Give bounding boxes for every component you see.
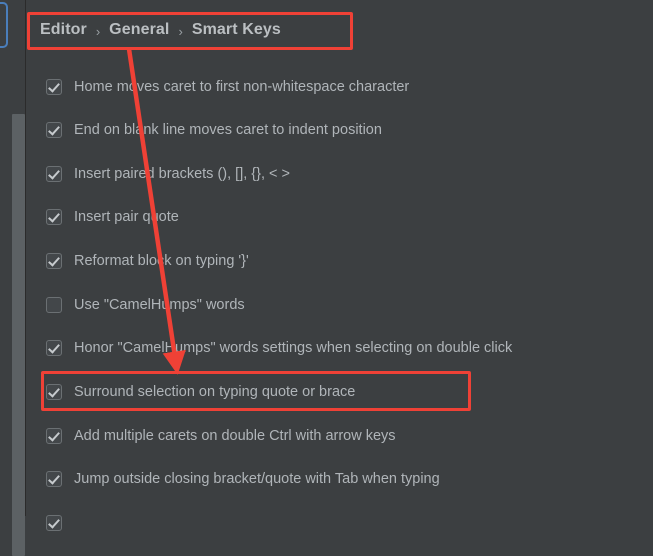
breadcrumb-item-editor[interactable]: Editor [40,21,87,39]
option-row-reformat-block[interactable]: Reformat block on typing '}' [46,250,249,272]
checkbox-use-camelhumps[interactable] [46,297,62,313]
option-label: Surround selection on typing quote or br… [74,384,356,400]
checkbox-jump-outside-closing-bracket[interactable] [46,471,62,487]
checkbox-end-on-blank-line[interactable] [46,122,62,138]
breadcrumb: Editor › General › Smart Keys [40,16,281,44]
tree-focused-item[interactable] [0,2,8,48]
breadcrumb-separator-icon: › [95,23,101,39]
checkbox-insert-pair-quote[interactable] [46,209,62,225]
option-row-insert-paired-brackets[interactable]: Insert paired brackets (), [], {}, < > [46,163,290,185]
smart-keys-settings-pane: Editor › General › Smart Keys Home moves… [26,0,653,531]
tree-scrollbar-thumb[interactable] [12,114,25,556]
option-row-jump-outside-closing-bracket[interactable]: Jump outside closing bracket/quote with … [46,468,440,490]
option-label: Insert paired brackets (), [], {}, < > [74,166,290,182]
checkbox-surround-selection[interactable] [46,384,62,400]
option-row-add-multiple-carets[interactable]: Add multiple carets on double Ctrl with … [46,425,396,447]
breadcrumb-item-general[interactable]: General [109,21,169,39]
settings-tree-panel-edge [0,0,27,556]
checkbox-insert-paired-brackets[interactable] [46,166,62,182]
option-row-honor-camelhumps[interactable]: Honor "CamelHumps" words settings when s… [46,337,512,359]
breadcrumb-item-smart-keys[interactable]: Smart Keys [192,21,281,39]
breadcrumb-separator-icon: › [178,23,183,39]
option-row-surround-selection[interactable]: Surround selection on typing quote or br… [46,381,355,403]
option-row-partially-visible[interactable] [46,512,62,534]
option-row-end-on-blank-line[interactable]: End on blank line moves caret to indent … [46,119,382,141]
checkbox-reformat-block[interactable] [46,253,62,269]
checkbox-honor-camelhumps[interactable] [46,340,62,356]
tree-scrollbar-track[interactable] [6,57,25,556]
option-label: End on blank line moves caret to indent … [74,122,382,138]
option-row-home-moves-caret[interactable]: Home moves caret to first non-whitespace… [46,76,409,98]
checkbox-add-multiple-carets[interactable] [46,428,62,444]
option-label: Home moves caret to first non-whitespace… [74,79,410,95]
checkbox-partially-visible[interactable] [46,515,62,531]
option-label: Honor "CamelHumps" words settings when s… [74,340,513,356]
option-label: Use "CamelHumps" words [74,297,245,313]
option-row-use-camelhumps[interactable]: Use "CamelHumps" words [46,294,245,316]
option-label: Insert pair quote [74,209,179,225]
option-label: Add multiple carets on double Ctrl with … [74,428,396,444]
option-label: Jump outside closing bracket/quote with … [74,471,440,487]
option-row-insert-pair-quote[interactable]: Insert pair quote [46,206,179,228]
option-label: Reformat block on typing '}' [74,253,249,269]
checkbox-home-moves-caret[interactable] [46,79,62,95]
